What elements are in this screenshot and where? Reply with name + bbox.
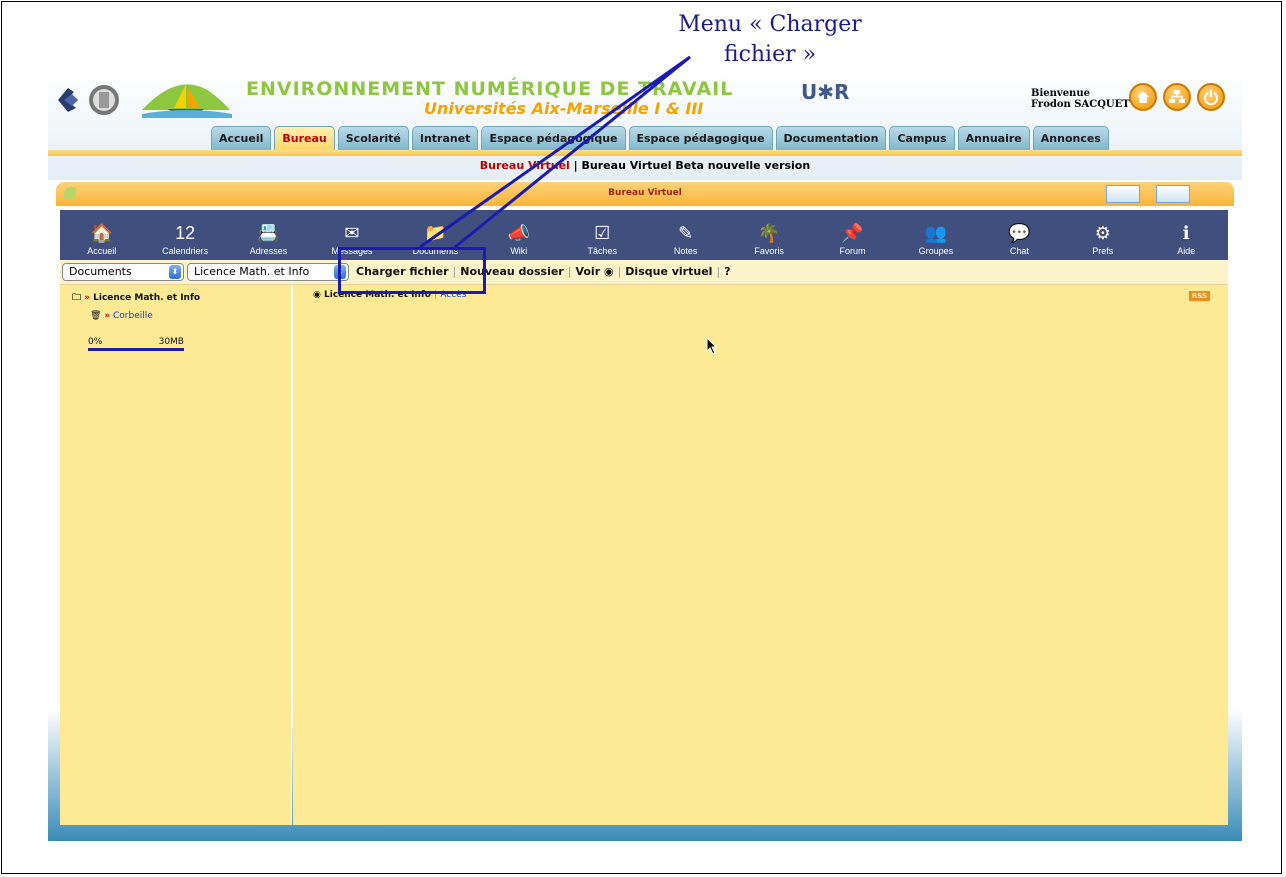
annotation-arrows: [419, 55, 691, 249]
annotation-arrow-line: [454, 55, 691, 249]
annotation-arrow-line: [419, 55, 691, 249]
